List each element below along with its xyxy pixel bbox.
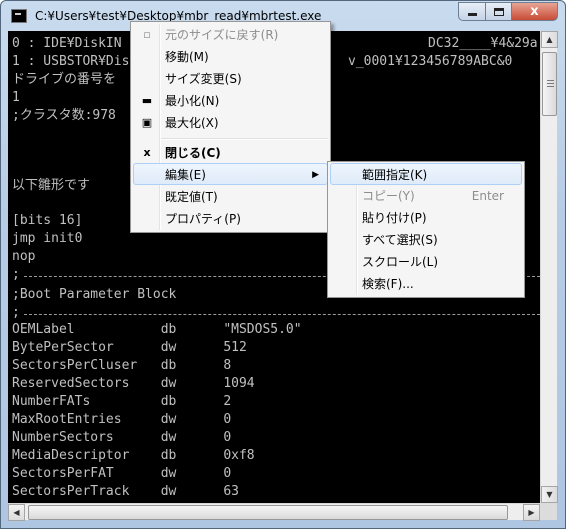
console-line: nop bbox=[12, 249, 36, 264]
menu-item-defaults[interactable]: 既定値(T) bbox=[133, 186, 328, 208]
divider bbox=[24, 314, 540, 315]
restore-icon: ▫ bbox=[143, 28, 151, 41]
console-line: jmp init0 bbox=[12, 231, 83, 246]
horizontal-scrollbar[interactable]: ◀ ▶ bbox=[8, 503, 540, 521]
maximize-button[interactable] bbox=[485, 2, 512, 21]
arrow-right-icon: ▶ bbox=[528, 508, 535, 517]
horizontal-scroll-thumb[interactable] bbox=[28, 505, 508, 520]
arrow-down-icon: ▼ bbox=[546, 490, 553, 499]
menu-item-restore[interactable]: ▫ 元のサイズに戻す(R) bbox=[133, 24, 328, 46]
arrow-left-icon: ◀ bbox=[13, 508, 20, 517]
menu-item-label: 移動(M) bbox=[165, 50, 209, 64]
vertical-scrollbar[interactable]: ▲ ▼ bbox=[540, 31, 558, 503]
menu-item-close[interactable]: x 閉じる(C) bbox=[133, 142, 328, 164]
menu-item-find[interactable]: 検索(F)... bbox=[330, 273, 522, 295]
console-line: ;クラスタ数:978 bbox=[12, 108, 116, 123]
console-line: ; bbox=[12, 305, 20, 320]
minimize-icon bbox=[467, 13, 477, 16]
console-line: NumberSectors dw 0 bbox=[12, 430, 232, 445]
menu-item-label: 貼り付け(P) bbox=[362, 211, 427, 225]
console-line: 0 : IDE¥DiskIN bbox=[12, 36, 122, 51]
console-line: MaxRootEntries dw 0 bbox=[12, 412, 232, 427]
menu-item-label: 最大化(X) bbox=[165, 116, 219, 130]
grip-line bbox=[547, 86, 554, 87]
console-line: ドライブの番号を bbox=[12, 72, 117, 87]
menu-item-label: スクロール(L) bbox=[362, 255, 439, 269]
scroll-up-button[interactable]: ▲ bbox=[541, 31, 558, 48]
system-menu: ▫ 元のサイズに戻す(R) 移動(M) サイズ変更(S) ▬ 最小化(N) ▣ … bbox=[130, 21, 331, 233]
console-line-fragment: DC32____¥4&29a bbox=[428, 36, 538, 51]
menu-separator bbox=[161, 138, 328, 140]
console-line: 以下雛形です bbox=[12, 178, 91, 193]
vertical-scroll-thumb[interactable] bbox=[542, 52, 557, 116]
console-line: MediaDescriptor db 0xf8 bbox=[12, 448, 255, 463]
menu-item-maximize[interactable]: ▣ 最大化(X) bbox=[133, 112, 328, 134]
menu-item-select-all[interactable]: すべて選択(S) bbox=[330, 229, 522, 251]
scroll-right-button[interactable]: ▶ bbox=[523, 504, 540, 521]
close-button[interactable]: x bbox=[511, 2, 558, 21]
grip-line bbox=[547, 80, 554, 81]
menu-item-properties[interactable]: プロパティ(P) bbox=[133, 208, 328, 230]
console-line: ; bbox=[12, 267, 20, 282]
console-line: 1 : USBSTOR¥Dis bbox=[12, 54, 130, 69]
menu-item-copy[interactable]: コピー(Y) Enter bbox=[330, 185, 522, 207]
console-line: NumberFATs db 2 bbox=[12, 394, 232, 409]
maximize-icon: ▣ bbox=[141, 116, 153, 129]
menu-item-label: コピー(Y) bbox=[362, 189, 415, 203]
maximize-icon bbox=[493, 7, 504, 16]
menu-item-label: プロパティ(P) bbox=[165, 212, 241, 226]
menu-item-label: 既定値(T) bbox=[165, 190, 218, 204]
minimize-button[interactable] bbox=[458, 2, 486, 21]
grip-line bbox=[547, 83, 554, 84]
menu-item-paste[interactable]: 貼り付け(P) bbox=[330, 207, 522, 229]
minimize-icon: ▬ bbox=[141, 94, 153, 107]
size-grip[interactable] bbox=[540, 503, 557, 520]
console-line: OEMLabel db "MSDOS5.0" bbox=[12, 322, 302, 337]
submenu-arrow-icon: ▶ bbox=[312, 170, 319, 180]
menu-item-label: 編集(E) bbox=[165, 168, 206, 182]
menu-item-label: 元のサイズに戻す(R) bbox=[165, 28, 279, 42]
console-line: 1 bbox=[12, 90, 20, 105]
console-line: BytePerSector dw 512 bbox=[12, 340, 247, 355]
menu-item-shortcut: Enter bbox=[471, 189, 504, 203]
console-line-fragment: v_0001¥123456789ABC&0 bbox=[348, 54, 513, 69]
arrow-up-icon: ▲ bbox=[546, 35, 553, 44]
console-line: [bits 16] bbox=[12, 213, 83, 228]
console-app-icon[interactable] bbox=[11, 9, 27, 23]
menu-item-mark[interactable]: 範囲指定(K) bbox=[330, 163, 522, 185]
close-icon: x bbox=[530, 4, 539, 19]
console-line: ReservedSectors dw 1094 bbox=[12, 376, 255, 391]
menu-item-label: サイズ変更(S) bbox=[165, 72, 242, 86]
console-line: SectorsPerCluser db 8 bbox=[12, 358, 232, 373]
menu-item-move[interactable]: 移動(M) bbox=[133, 46, 328, 68]
console-line: SectorsPerTrack dw 63 bbox=[12, 484, 239, 499]
menu-item-edit[interactable]: 編集(E) ▶ bbox=[133, 163, 328, 185]
menu-item-label: 最小化(N) bbox=[165, 94, 220, 108]
menu-item-label: すべて選択(S) bbox=[362, 233, 438, 247]
menu-item-label: 閉じる(C) bbox=[165, 146, 221, 160]
menu-item-scroll[interactable]: スクロール(L) bbox=[330, 251, 522, 273]
scroll-down-button[interactable]: ▼ bbox=[541, 486, 558, 503]
menu-item-label: 範囲指定(K) bbox=[362, 168, 428, 182]
console-line: SectorsPerFAT dw 0 bbox=[12, 466, 232, 481]
menu-item-resize[interactable]: サイズ変更(S) bbox=[133, 68, 328, 90]
scroll-left-button[interactable]: ◀ bbox=[8, 504, 25, 521]
console-line: ;Boot Parameter Block bbox=[12, 287, 177, 302]
menu-item-minimize[interactable]: ▬ 最小化(N) bbox=[133, 90, 328, 112]
edit-submenu: 範囲指定(K) コピー(Y) Enter 貼り付け(P) すべて選択(S) スク… bbox=[327, 161, 525, 298]
close-icon: x bbox=[143, 146, 151, 159]
menu-item-label: 検索(F)... bbox=[362, 277, 414, 291]
